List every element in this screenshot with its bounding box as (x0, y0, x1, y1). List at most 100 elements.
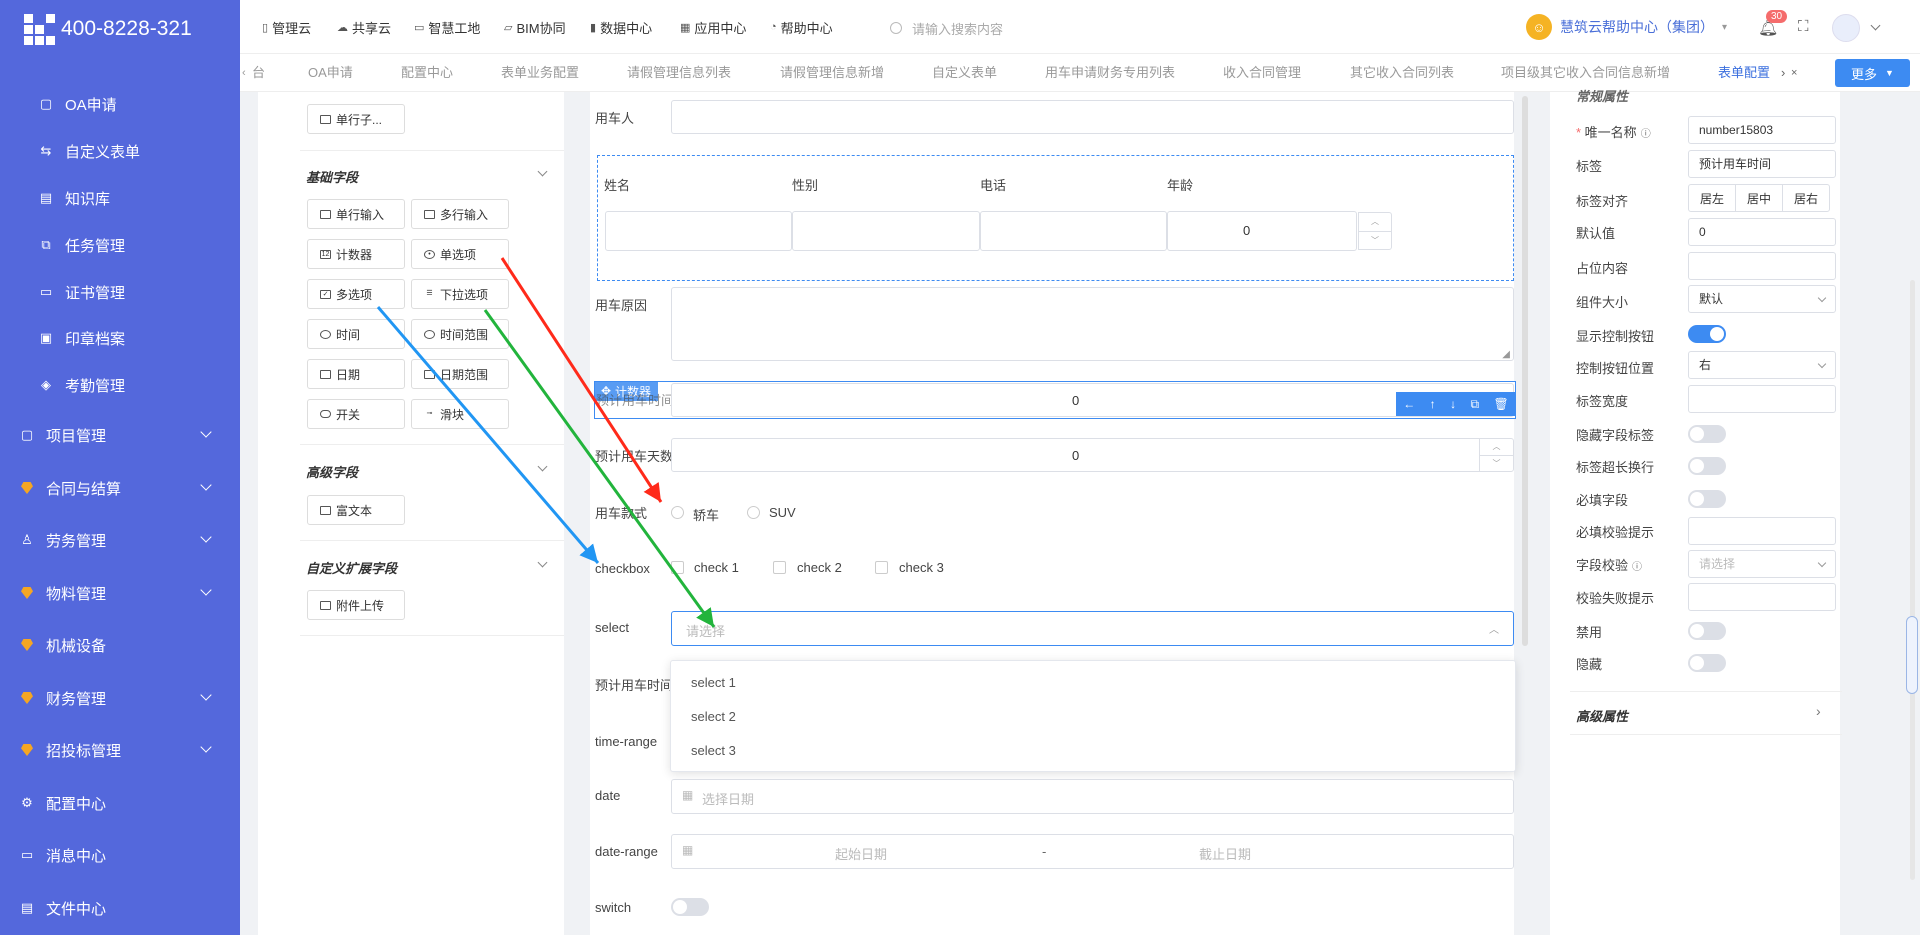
tab-leave-add[interactable]: 请假管理信息新增 (780, 54, 884, 92)
topnav-data-center[interactable]: ▮ 数据中心 (590, 0, 652, 54)
sidebar-item-projects[interactable]: ▢ 项目管理 (0, 415, 240, 455)
chevron-down-icon[interactable] (537, 557, 548, 568)
close-icon[interactable]: × (1791, 54, 1797, 92)
chevron-down-icon[interactable] (537, 461, 548, 472)
resize-handle-icon[interactable]: ◢ (1502, 349, 1510, 360)
disabled-toggle[interactable] (1688, 622, 1726, 640)
sidebar-item-materials[interactable]: 物料管理 (0, 573, 240, 613)
field-time-range[interactable]: 时间范围 (411, 319, 509, 349)
show-ctrl-toggle[interactable] (1688, 325, 1726, 343)
field-subform-button[interactable]: 单行子... (307, 104, 405, 134)
size-select[interactable]: 默认 (1688, 285, 1836, 313)
select-option-3[interactable]: select 3 (691, 743, 736, 758)
field-switch[interactable]: 开关 (307, 399, 405, 429)
est-days-stepper[interactable]: ︿ ﹀ (1479, 439, 1513, 471)
tab-clipped[interactable]: 台 (252, 54, 265, 92)
copy-icon[interactable]: ⧉ (1471, 397, 1480, 412)
counter-input[interactable]: 0 (671, 383, 1514, 417)
arrow-up-icon[interactable]: ↑ (1430, 397, 1436, 411)
hide-label-toggle[interactable] (1688, 425, 1726, 443)
sidebar-item-finance[interactable]: 财务管理 (0, 678, 240, 718)
avatar[interactable] (1832, 14, 1860, 42)
checkbox-2[interactable] (773, 561, 786, 574)
tab-form-config[interactable]: 表单配置 (1718, 54, 1770, 92)
label-wrap-toggle[interactable] (1688, 457, 1726, 475)
switch-toggle[interactable] (671, 898, 709, 916)
tab-other-income[interactable]: 其它收入合同列表 (1350, 54, 1454, 92)
est-days-input[interactable]: 0 ︿ ﹀ (671, 438, 1514, 472)
sidebar-item-certificates[interactable]: ▭ 证书管理 (0, 272, 240, 312)
field-attachment[interactable]: 附件上传 (307, 590, 405, 620)
topnav-help-center[interactable]: ◔ 帮助中心 (770, 0, 833, 54)
sidebar-item-bidding[interactable]: 招投标管理 (0, 730, 240, 770)
fullscreen-icon[interactable]: ⛶ (1798, 18, 1809, 35)
stepper-up-icon[interactable]: ︿ (1359, 213, 1391, 231)
form-scrollbar[interactable] (1522, 96, 1528, 646)
select-option-2[interactable]: select 2 (691, 709, 736, 724)
subform-phone-input[interactable] (980, 211, 1167, 251)
advanced-props-title[interactable]: 高级属性 (1576, 706, 1628, 725)
field-checkbox[interactable]: ✓ 多选项 (307, 279, 405, 309)
delete-icon[interactable]: 🗑︎ (1494, 397, 1509, 411)
stepper-down-icon[interactable]: ﹀ (1480, 454, 1513, 472)
sidebar-item-machinery[interactable]: 机械设备 (0, 625, 240, 665)
tab-form-business[interactable]: 表单业务配置 (501, 54, 579, 92)
placeholder-input[interactable] (1688, 252, 1836, 280)
label-input[interactable]: 预计用车时间 (1688, 150, 1836, 178)
field-textarea[interactable]: 多行输入 (411, 199, 509, 229)
tab-custom-form[interactable]: 自定义表单 (932, 54, 997, 92)
radio-sedan[interactable] (671, 506, 684, 519)
default-input[interactable]: 0 (1688, 218, 1836, 246)
field-date[interactable]: 日期 (307, 359, 405, 389)
align-right-button[interactable]: 居右 (1782, 184, 1830, 212)
select-option-1[interactable]: select 1 (691, 675, 736, 690)
align-center-button[interactable]: 居中 (1735, 184, 1783, 212)
field-time[interactable]: 时间 (307, 319, 405, 349)
info-icon[interactable]: ⓘ (1641, 129, 1651, 140)
sidebar-item-tasks[interactable]: ⧉ 任务管理 (0, 225, 240, 265)
field-counter[interactable]: 12 计数器 (307, 239, 405, 269)
sidebar-item-messages[interactable]: ▭ 消息中心 (0, 835, 240, 875)
page-scrollbar-thumb[interactable] (1906, 616, 1918, 694)
car-user-input[interactable] (671, 100, 1514, 134)
subform-age-input[interactable]: 0 ︿ ﹀ (1167, 211, 1392, 251)
arrow-down-icon[interactable]: ↓ (1450, 397, 1456, 411)
help-center-dropdown[interactable]: ☺ 慧筑云帮助中心（集团） ▾ (1526, 14, 1727, 40)
topnav-management-cloud[interactable]: ▯ 管理云 (262, 0, 311, 54)
sidebar-item-files[interactable]: ▤ 文件中心 (0, 888, 240, 928)
sidebar-item-seals[interactable]: ▣ 印章档案 (0, 318, 240, 358)
sidebar-item-contracts[interactable]: 合同与结算 (0, 468, 240, 508)
hidden-toggle[interactable] (1688, 654, 1726, 672)
validate-fail-input[interactable] (1688, 583, 1836, 611)
subform-gender-input[interactable] (792, 211, 980, 251)
checkbox-1[interactable] (671, 561, 684, 574)
topnav-bim[interactable]: ▱ BIM协同 (504, 0, 566, 54)
field-date-range[interactable]: 日期范围 (411, 359, 509, 389)
tab-oa[interactable]: OA申请 (308, 54, 353, 92)
select-dropdown[interactable]: 请选择 ︿ (671, 611, 1514, 646)
field-slider[interactable]: ⊸ 滑块 (411, 399, 509, 429)
topnav-share-cloud[interactable]: ☁ 共享云 (337, 0, 391, 54)
stepper-up-icon[interactable]: ︿ (1480, 439, 1513, 455)
sidebar-item-custom-form[interactable]: ⇆ 自定义表单 (0, 131, 240, 171)
validate-select[interactable]: 请选择 (1688, 550, 1836, 578)
sidebar-item-labor[interactable]: ♙ 劳务管理 (0, 520, 240, 560)
field-select[interactable]: ☰ 下拉选项 (411, 279, 509, 309)
sidebar-item-config[interactable]: ⚙ 配置中心 (0, 783, 240, 823)
align-left-button[interactable]: 居左 (1688, 184, 1736, 212)
date-range-picker[interactable]: ▦ 起始日期 - 截止日期 (671, 834, 1514, 869)
chevron-down-icon[interactable] (1870, 20, 1881, 31)
date-picker[interactable]: ▦ 选择日期 (671, 779, 1514, 814)
sidebar-item-knowledge[interactable]: ▤ 知识库 (0, 178, 240, 218)
required-toggle[interactable] (1688, 490, 1726, 508)
stepper-down-icon[interactable]: ﹀ (1359, 230, 1391, 250)
label-width-input[interactable] (1688, 385, 1836, 413)
reason-textarea[interactable]: ◢ (671, 287, 1514, 361)
chevron-right-icon[interactable]: › (1816, 703, 1821, 719)
tab-car-finance[interactable]: 用车申请财务专用列表 (1045, 54, 1175, 92)
topnav-app-center[interactable]: ▦ 应用中心 (680, 0, 746, 54)
chevron-down-icon[interactable] (537, 166, 548, 177)
required-msg-input[interactable] (1688, 517, 1836, 545)
field-radio[interactable]: • 单选项 (411, 239, 509, 269)
field-single-input[interactable]: 单行输入 (307, 199, 405, 229)
